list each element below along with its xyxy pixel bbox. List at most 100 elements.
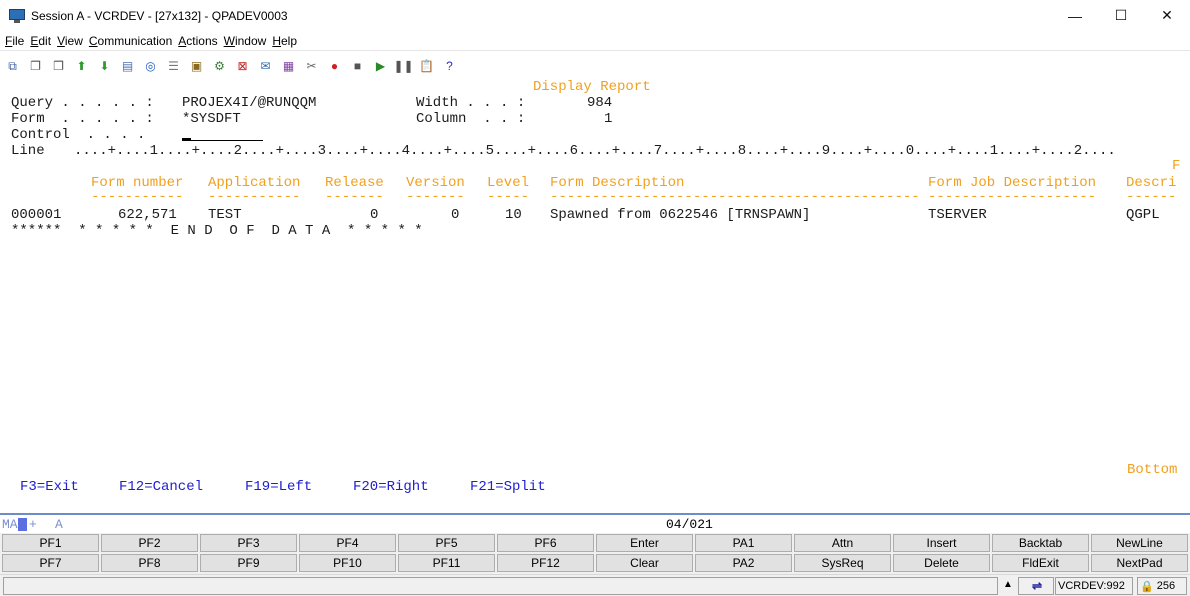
session-app-icon[interactable] <box>9 8 25 23</box>
play-icon[interactable]: ▶ <box>372 57 389 74</box>
minimize-button[interactable]: — <box>1052 0 1098 31</box>
connection-status: ⇌ <box>1018 577 1054 595</box>
browser-icon[interactable]: ◎ <box>142 57 159 74</box>
row-release: 0 <box>370 207 379 223</box>
key-pf7[interactable]: PF7 <box>2 554 99 572</box>
scroll-up-icon[interactable]: ▲ <box>1003 579 1013 590</box>
menu-help[interactable]: Help <box>272 34 297 48</box>
menu-edit[interactable]: Edit <box>30 34 51 48</box>
window-title: Session A - VCRDEV - [27x132] - QPADEV00… <box>31 8 288 23</box>
key-insert[interactable]: Insert <box>893 534 990 552</box>
overflow-indicator: F <box>1172 158 1181 174</box>
title-bar: Session A - VCRDEV - [27x132] - QPADEV00… <box>0 0 1190 31</box>
column-value: 1 <box>604 111 613 127</box>
menu-file[interactable]: File <box>5 34 24 48</box>
row-application: TEST <box>208 207 242 223</box>
operator-info-area: MA + A 04/021 <box>0 513 1190 533</box>
key-nextpad[interactable]: NextPad <box>1091 554 1188 572</box>
keypad: PF1 PF2 PF3 PF4 PF5 PF6 Enter PA1 Attn I… <box>0 533 1190 574</box>
send-file-icon[interactable]: ⬆ <box>73 57 90 74</box>
key-pf9[interactable]: PF9 <box>200 554 297 572</box>
key-pf8[interactable]: PF8 <box>101 554 198 572</box>
fkey-exit[interactable]: F3=Exit <box>20 479 79 495</box>
settings-icon[interactable]: ⚙ <box>211 57 228 74</box>
key-clear[interactable]: Clear <box>596 554 693 572</box>
fkey-cancel[interactable]: F12=Cancel <box>119 479 203 495</box>
dashes-release: ------- <box>325 189 384 205</box>
fkey-left[interactable]: F19=Left <box>245 479 312 495</box>
key-attn[interactable]: Attn <box>794 534 891 552</box>
dashes-form-description: ----------------------------------------… <box>550 189 920 205</box>
cursor-position: 04/021 <box>666 517 713 532</box>
toolbar: ⧉ ❐ ❒ ⬆ ⬇ ▤ ◎ ☰ ▣ ⚙ ⊠ ✉ ▦ ✂ ● ■ ▶ ❚❚ 📋 ? <box>0 53 1190 78</box>
oia-cursor-indicator <box>18 518 27 531</box>
terminal-screen[interactable]: Display Report Query . . . . . : PROJEX4… <box>0 78 1190 512</box>
copy-icon[interactable]: ⧉ <box>4 57 21 74</box>
key-delete[interactable]: Delete <box>893 554 990 572</box>
package-icon[interactable]: ▣ <box>188 57 205 74</box>
connection-icon: ⇌ <box>1031 579 1043 593</box>
key-pf6[interactable]: PF6 <box>497 534 594 552</box>
menu-window[interactable]: Window <box>224 34 267 48</box>
text-cursor <box>182 138 191 141</box>
end-of-data: ****** * * * * * E N D O F D A T A * * *… <box>11 223 423 239</box>
screen-heading: Display Report <box>533 79 651 95</box>
close-button[interactable]: ✕ <box>1144 0 1190 31</box>
clipboard-icon[interactable]: 📋 <box>418 57 435 74</box>
fkey-right[interactable]: F20=Right <box>353 479 429 495</box>
record-icon[interactable]: ● <box>326 57 343 74</box>
email-icon[interactable]: ✉ <box>257 57 274 74</box>
query-label: Query . . . . . : <box>11 95 154 111</box>
grid-icon[interactable]: ▦ <box>280 57 297 74</box>
key-pf4[interactable]: PF4 <box>299 534 396 552</box>
row-job-description: TSERVER <box>928 207 987 223</box>
menu-view[interactable]: View <box>57 34 83 48</box>
key-pf12[interactable]: PF12 <box>497 554 594 572</box>
tools-icon[interactable]: ✂ <box>303 57 320 74</box>
stop-icon[interactable]: ■ <box>349 57 366 74</box>
dashes-descri: ------ <box>1126 189 1177 205</box>
paste-append-icon[interactable]: ❒ <box>50 57 67 74</box>
host-field: VCRDEV:992 <box>1055 577 1133 595</box>
control-input[interactable] <box>182 140 263 141</box>
key-pf1[interactable]: PF1 <box>2 534 99 552</box>
pause-icon[interactable]: ❚❚ <box>393 57 413 74</box>
receive-file-icon[interactable]: ⬇ <box>96 57 113 74</box>
row-version: 0 <box>451 207 460 223</box>
macro-icon[interactable]: ▤ <box>119 57 136 74</box>
column-label: Column . . : <box>416 111 526 127</box>
oia-plus-indicator: + <box>29 517 37 532</box>
dashes-application: ----------- <box>208 189 301 205</box>
notes-icon[interactable]: ☰ <box>165 57 182 74</box>
row-line-number: 000001 <box>11 207 62 223</box>
help-icon[interactable]: ? <box>441 57 458 74</box>
menu-communication[interactable]: Communication <box>89 34 172 48</box>
row-descri: QGPL <box>1126 207 1160 223</box>
key-pf5[interactable]: PF5 <box>398 534 495 552</box>
key-enter[interactable]: Enter <box>596 534 693 552</box>
key-backtab[interactable]: Backtab <box>992 534 1089 552</box>
column-ruler: ....+....1....+....2....+....3....+....4… <box>74 143 1116 159</box>
maximize-button[interactable]: ☐ <box>1098 0 1144 31</box>
key-newline[interactable]: NewLine <box>1091 534 1188 552</box>
key-pf2[interactable]: PF2 <box>101 534 198 552</box>
status-bar: ▲ ⇌ VCRDEV:992 🔒 256 <box>0 574 1190 596</box>
menu-bar: File Edit View Communication Actions Win… <box>0 31 1190 51</box>
line-label: Line <box>11 143 45 159</box>
key-pf10[interactable]: PF10 <box>299 554 396 572</box>
key-sysreq[interactable]: SysReq <box>794 554 891 572</box>
fkey-split[interactable]: F21=Split <box>470 479 546 495</box>
bottom-indicator: Bottom <box>1127 462 1178 478</box>
dashes-version: ------- <box>406 189 465 205</box>
key-fldexit[interactable]: FldExit <box>992 554 1089 572</box>
paste-icon[interactable]: ❐ <box>27 57 44 74</box>
key-pa2[interactable]: PA2 <box>695 554 792 572</box>
key-pa1[interactable]: PA1 <box>695 534 792 552</box>
key-pf3[interactable]: PF3 <box>200 534 297 552</box>
control-label: Control . . . . <box>11 127 146 143</box>
menu-actions[interactable]: Actions <box>178 34 217 48</box>
query-value: PROJEX4I/@RUNQQM <box>182 95 317 111</box>
row-level: 10 <box>505 207 522 223</box>
disconnect-icon[interactable]: ⊠ <box>234 57 251 74</box>
key-pf11[interactable]: PF11 <box>398 554 495 572</box>
